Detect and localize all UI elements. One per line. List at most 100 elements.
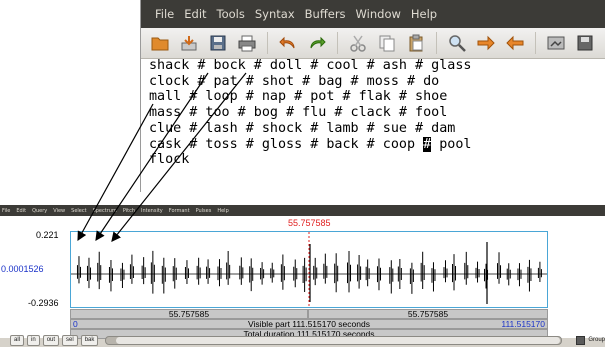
praat-menu-edit[interactable]: Edit <box>16 208 26 214</box>
zoom-out-button[interactable]: out <box>42 334 60 346</box>
paste-icon[interactable] <box>407 34 425 52</box>
waveform-burst <box>497 252 502 284</box>
vim-menu-window[interactable]: Window <box>356 7 401 21</box>
waveform-burst <box>76 256 81 284</box>
visible-start-label: 0 <box>73 319 78 329</box>
save-icon[interactable] <box>209 34 227 52</box>
praat-menu-spectrum[interactable]: Spectrum <box>93 208 117 214</box>
toolbar-separator <box>337 32 338 54</box>
segment-right-duration: 55.757585 <box>407 309 449 319</box>
vim-menu-syntax[interactable]: Syntax <box>255 7 295 21</box>
save-down-icon[interactable] <box>180 34 198 52</box>
undo-icon[interactable] <box>279 34 297 52</box>
waveform-burst <box>150 250 155 294</box>
waveform-burst <box>506 263 511 286</box>
waveform-burst <box>323 253 328 284</box>
praat-menu-query[interactable]: Query <box>32 208 47 214</box>
horizontal-scrollbar[interactable] <box>105 335 563 345</box>
waveform-burst <box>464 251 469 285</box>
y-max-label: 0.221 <box>36 230 59 240</box>
cursor-time-label: 55.757585 <box>288 218 331 228</box>
praat-menubar: File Edit Query View Select Spectrum Pit… <box>0 205 605 216</box>
cut-icon[interactable] <box>349 34 367 52</box>
zoom-in-button[interactable]: in <box>27 334 40 346</box>
y-cursor-label: 0.0001526 <box>1 264 44 274</box>
segment-left-duration: 55.757585 <box>168 309 210 319</box>
praat-menu-select[interactable]: Select <box>71 208 86 214</box>
segment-right-panel[interactable]: 55.757585 <box>308 309 548 319</box>
text-line: shack # bock # doll # cool # ash # glass <box>149 58 472 73</box>
praat-menu-intensity[interactable]: Intensity <box>141 208 163 214</box>
waveform-burst <box>108 260 113 292</box>
vim-menubar: File Edit Tools Syntax Buffers Window He… <box>141 0 605 28</box>
vim-window: File Edit Tools Syntax Buffers Window He… <box>140 0 605 192</box>
back-arrow-icon[interactable] <box>506 34 524 52</box>
waveform-burst <box>270 262 275 283</box>
redo-icon[interactable] <box>308 34 326 52</box>
waveform-burst <box>431 262 436 292</box>
all-button[interactable]: all <box>10 334 25 346</box>
vim-menu-buffers[interactable]: Buffers <box>305 7 346 21</box>
waveform-burst <box>409 262 414 294</box>
waveform-burst <box>280 254 285 290</box>
praat-menu-file[interactable]: File <box>2 208 10 214</box>
waveform-burst <box>141 257 146 285</box>
save-session-icon[interactable] <box>576 34 594 52</box>
segment-left-panel[interactable]: 55.757585 <box>70 309 308 319</box>
vim-toolbar <box>141 28 605 59</box>
praat-menu-pulses[interactable]: Pulses <box>196 208 212 214</box>
waveform-burst <box>226 251 231 285</box>
praat-menu-view[interactable]: View <box>53 208 65 214</box>
praat-controls: all in out sel bak Group <box>0 333 605 347</box>
checkbox-icon[interactable] <box>576 335 586 345</box>
visible-part-bar[interactable]: 0 Visible part 111.515170 seconds 111.51… <box>70 319 548 329</box>
open-folder-icon[interactable] <box>151 34 169 52</box>
waveform-burst <box>129 254 134 284</box>
waveform-area[interactable] <box>70 231 548 308</box>
zoom-back-button[interactable]: bak <box>80 334 99 346</box>
vim-text-buffer[interactable]: shack # bock # doll # cool # ash # glass… <box>149 58 604 168</box>
group-checkbox[interactable]: Group <box>576 335 605 345</box>
find-replace-icon[interactable] <box>448 34 466 52</box>
waveform-burst <box>376 258 381 291</box>
waveform-burst <box>172 258 177 289</box>
scrollbar-thumb[interactable] <box>116 336 561 344</box>
waveform-burst <box>97 251 102 290</box>
group-label: Group <box>588 337 605 343</box>
waveform-burst <box>249 258 254 292</box>
waveform-burst <box>313 257 318 286</box>
waveform-burst <box>517 263 522 287</box>
vim-menu-file[interactable]: File <box>155 7 174 21</box>
visible-part-label: Visible part 111.515170 seconds <box>248 319 370 329</box>
text-cursor: # <box>423 136 432 152</box>
print-icon[interactable] <box>238 34 256 52</box>
praat-sound-editor: File Edit Query View Select Spectrum Pit… <box>0 205 605 347</box>
waveform-burst <box>365 259 370 287</box>
waveform-burst <box>537 261 542 283</box>
praat-menu-pitch[interactable]: Pitch <box>123 208 135 214</box>
vim-menu-edit[interactable]: Edit <box>184 7 206 21</box>
visible-end-label: 111.515170 <box>501 319 545 329</box>
waveform-burst <box>389 260 394 294</box>
waveform-burst <box>120 262 125 288</box>
waveform-burst <box>527 259 532 292</box>
zoom-selection-button[interactable]: sel <box>62 334 78 346</box>
copy-icon[interactable] <box>378 34 396 52</box>
vim-menu-tools[interactable]: Tools <box>217 7 245 21</box>
praat-menu-help[interactable]: Help <box>217 208 228 214</box>
praat-menu-formant[interactable]: Formant <box>169 208 190 214</box>
load-session-icon[interactable] <box>547 34 565 52</box>
waveform-burst <box>443 260 448 283</box>
waveform-burst <box>347 251 352 293</box>
waveform-burst <box>239 257 244 285</box>
vim-menu-help[interactable]: Help <box>411 7 437 21</box>
text-line: mall # loop # nap # pot # flak # shoe <box>149 89 448 105</box>
waveform-burst <box>420 251 425 290</box>
waveform-burst <box>86 257 91 289</box>
waveform-burst <box>184 260 189 285</box>
text-line-tail: pool <box>431 136 472 152</box>
text-line: cask # toss # gloss # back # coop # pool <box>149 136 604 153</box>
waveform-burst <box>161 257 166 294</box>
waveform-burst <box>206 259 211 284</box>
forward-arrow-icon[interactable] <box>477 34 495 52</box>
